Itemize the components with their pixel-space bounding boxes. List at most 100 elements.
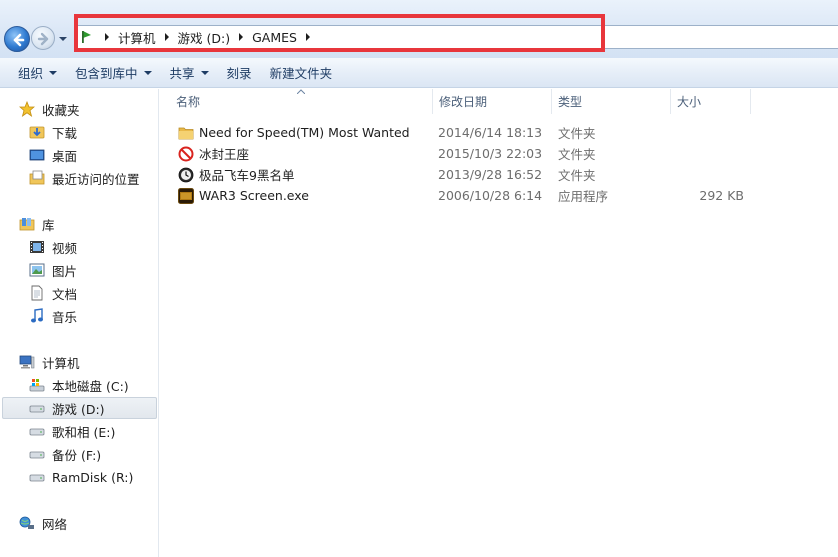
forward-button[interactable] [31, 26, 55, 50]
organize-label: 组织 [18, 66, 44, 81]
sidebar-label: 最近访问的位置 [52, 171, 140, 187]
hard-drive-icon [29, 428, 45, 436]
file-row[interactable]: Need for Speed(TM) Most Wanted 2014/6/14… [160, 122, 838, 143]
downloads-folder-icon [29, 126, 45, 139]
include-in-library-button[interactable]: 包含到库中 [66, 62, 161, 84]
sidebar-label: 视频 [52, 240, 78, 256]
breadcrumb-drive-d[interactable]: 游戏 (D:) [175, 28, 234, 47]
column-header-type[interactable]: 类型 [552, 89, 671, 114]
file-type: 文件夹 [558, 168, 596, 183]
sidebar-item-pictures[interactable]: 图片 [29, 259, 77, 281]
share-label: 共享 [169, 66, 195, 81]
star-icon [19, 101, 35, 117]
file-size: 292 KB [699, 188, 744, 203]
file-row[interactable]: 冰封王座 2015/10/3 22:03 文件夹 [160, 143, 838, 164]
sidebar-label: 库 [42, 217, 55, 233]
sidebar-item-music[interactable]: 音乐 [29, 305, 77, 327]
file-modified: 2006/10/28 6:14 [438, 188, 543, 203]
sidebar-label: 本地磁盘 (C:) [52, 378, 129, 394]
sidebar-label: 歌和相 (E:) [52, 424, 116, 440]
file-size [680, 164, 744, 185]
new-folder-label: 新建文件夹 [269, 66, 333, 81]
breadcrumb-separator[interactable] [101, 28, 113, 46]
sidebar-item-drive-r[interactable]: RamDisk (R:) [29, 466, 133, 488]
sidebar-label: 桌面 [52, 148, 78, 164]
arrow-right-icon [37, 32, 49, 46]
share-button[interactable]: 共享 [161, 62, 218, 84]
picture-icon [29, 263, 45, 277]
file-name: 冰封王座 [199, 147, 250, 162]
sidebar-item-videos[interactable]: 视频 [29, 236, 77, 258]
file-row[interactable]: 极品飞车9黑名单 2013/9/28 16:52 文件夹 [160, 164, 838, 185]
file-name-cell: 冰封王座 [178, 143, 249, 164]
burn-button[interactable]: 刻录 [218, 62, 261, 84]
breadcrumb-computer[interactable]: 计算机 [115, 28, 159, 47]
computer-icon [19, 355, 35, 369]
sidebar-label: 图片 [52, 263, 78, 279]
column-header-size[interactable]: 大小 [671, 89, 751, 114]
sidebar-item-network[interactable]: 网络 [19, 512, 67, 534]
file-row[interactable]: WAR3 Screen.exe 2006/10/28 6:14 应用程序 292… [160, 185, 838, 206]
column-header-modified[interactable]: 修改日期 [433, 89, 552, 114]
system-drive-icon [29, 379, 45, 392]
organize-button[interactable]: 组织 [9, 62, 66, 84]
sidebar-item-computer[interactable]: 计算机 [19, 351, 80, 373]
chevron-right-icon [239, 33, 244, 41]
file-type: 应用程序 [558, 189, 609, 204]
sidebar-label: 文档 [52, 286, 78, 302]
file-type: 文件夹 [558, 147, 596, 162]
sidebar-label: RamDisk (R:) [52, 469, 134, 485]
network-icon [19, 516, 34, 529]
sidebar-label: 备份 (F:) [52, 447, 102, 463]
breadcrumb-games[interactable]: GAMES [249, 30, 300, 45]
back-button[interactable] [4, 26, 30, 52]
navigation-pane: 收藏夹 下载 桌面 最近访问的位置 库 视频 图片 文档 音乐 计算机 本地磁盘… [0, 89, 159, 557]
sidebar-label: 音乐 [52, 309, 78, 325]
breadcrumb-separator[interactable] [235, 28, 247, 46]
file-modified: 2014/6/14 18:13 [438, 125, 543, 140]
sidebar-item-drive-d[interactable]: 游戏 (D:) [2, 397, 157, 419]
music-note-icon [31, 308, 43, 323]
file-type: 文件夹 [558, 126, 596, 141]
column-label: 类型 [558, 95, 583, 109]
sidebar-item-drive-e[interactable]: 歌和相 (E:) [29, 420, 115, 442]
sidebar-item-drive-f[interactable]: 备份 (F:) [29, 443, 101, 465]
sidebar-item-drive-c[interactable]: 本地磁盘 (C:) [29, 374, 129, 396]
sidebar-item-favorites[interactable]: 收藏夹 [19, 98, 80, 120]
file-size [680, 122, 744, 143]
address-bar-area: 计算机 游戏 (D:) GAMES [0, 0, 838, 58]
file-name: 极品飞车9黑名单 [199, 168, 295, 183]
sidebar-label: 下载 [52, 125, 78, 141]
recent-pages-dropdown[interactable] [58, 33, 68, 43]
command-bar: 组织 包含到库中 共享 刻录 新建文件夹 [0, 58, 838, 88]
column-label: 修改日期 [439, 95, 488, 109]
sidebar-item-libraries[interactable]: 库 [19, 213, 55, 235]
desktop-icon [29, 149, 45, 161]
hard-drive-icon [29, 405, 45, 413]
breadcrumb-separator[interactable] [302, 28, 314, 46]
folder-icon [178, 127, 194, 139]
sidebar-label: 收藏夹 [42, 102, 80, 118]
sidebar-item-documents[interactable]: 文档 [29, 282, 77, 304]
chevron-right-icon [305, 33, 310, 41]
recent-places-icon [29, 170, 45, 185]
column-label: 名称 [176, 95, 201, 109]
chevron-down-icon [200, 70, 209, 75]
clock-icon [178, 167, 194, 182]
chevron-right-icon [105, 33, 109, 41]
file-name-cell: 极品飞车9黑名单 [178, 164, 294, 185]
hard-drive-icon [29, 474, 45, 482]
no-entry-icon [178, 146, 194, 161]
sidebar-item-downloads[interactable]: 下载 [29, 121, 77, 143]
sidebar-item-recent-places[interactable]: 最近访问的位置 [29, 167, 140, 189]
breadcrumb-separator[interactable] [161, 28, 173, 46]
sidebar-label: 游戏 (D:) [52, 401, 105, 417]
chevron-down-icon [59, 37, 67, 41]
sidebar-label: 计算机 [42, 355, 80, 371]
sidebar-item-desktop[interactable]: 桌面 [29, 144, 77, 166]
new-folder-button[interactable]: 新建文件夹 [261, 62, 342, 84]
chevron-down-icon [143, 70, 152, 75]
column-header-name[interactable]: 名称 [170, 89, 433, 114]
include-library-label: 包含到库中 [75, 66, 138, 81]
file-name-cell: WAR3 Screen.exe [178, 185, 309, 206]
